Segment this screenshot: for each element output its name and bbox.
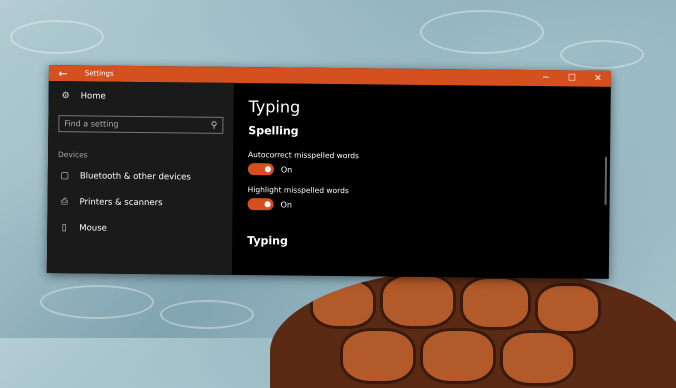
water-ripple	[10, 20, 104, 54]
turtle-shell-image	[270, 268, 676, 388]
search-box: ⚲	[58, 115, 224, 134]
main-content: Typing Spelling Autocorrect misspelled w…	[247, 83, 611, 279]
sidebar-item-label: Mouse	[79, 223, 107, 234]
page-title: Typing	[248, 97, 301, 117]
sidebar-item-label: Home	[80, 91, 106, 102]
bluetooth-devices-icon: ▢	[60, 171, 70, 182]
window-controls: ─ ☐ ✕	[533, 70, 611, 87]
window-title: Settings	[84, 69, 114, 78]
group-label: Devices	[58, 150, 88, 160]
autocorrect-toggle[interactable]	[247, 163, 274, 176]
close-button[interactable]: ✕	[585, 71, 611, 87]
back-button[interactable]: ←	[49, 65, 77, 81]
search-icon[interactable]: ⚲	[211, 120, 218, 130]
sidebar-item-bluetooth[interactable]: ▢ Bluetooth & other devices	[48, 163, 233, 191]
search-input[interactable]	[64, 119, 205, 130]
highlight-toggle[interactable]	[247, 198, 274, 211]
sidebar: ⚙ Home ⚲ Devices ▢ Bluetooth & other dev…	[46, 80, 234, 275]
sidebar-item-label: Bluetooth & other devices	[79, 171, 191, 183]
autocorrect-toggle-row: On	[247, 163, 610, 179]
water-ripple	[160, 300, 254, 329]
highlight-label: Highlight misspelled words	[247, 185, 349, 196]
minimize-button[interactable]: ─	[533, 70, 559, 86]
toggle-state-text: On	[280, 164, 293, 175]
sidebar-item-mouse[interactable]: ▯ Mouse	[47, 215, 232, 243]
water-ripple	[420, 10, 544, 54]
highlight-toggle-row: On	[247, 198, 609, 214]
water-ripple	[560, 40, 644, 69]
settings-window: ← Settings ─ ☐ ✕ ⚙ Home ⚲ Devices ▢ Blue…	[46, 65, 611, 279]
water-ripple	[40, 285, 154, 319]
toggle-state-text: On	[280, 199, 292, 210]
section-title-spelling: Spelling	[248, 124, 299, 138]
section-title-typing: Typing	[247, 234, 288, 248]
back-arrow-icon: ←	[58, 66, 68, 80]
sidebar-item-home[interactable]: ⚙ Home	[49, 83, 234, 111]
sidebar-item-label: Printers & scanners	[79, 197, 163, 209]
gear-icon: ⚙	[61, 91, 70, 102]
mouse-icon: ▯	[61, 223, 67, 234]
maximize-button[interactable]: ☐	[559, 70, 585, 86]
sidebar-item-printers[interactable]: ⎙ Printers & scanners	[47, 189, 232, 217]
printer-icon: ⎙	[60, 197, 69, 208]
autocorrect-label: Autocorrect misspelled words	[248, 150, 360, 161]
